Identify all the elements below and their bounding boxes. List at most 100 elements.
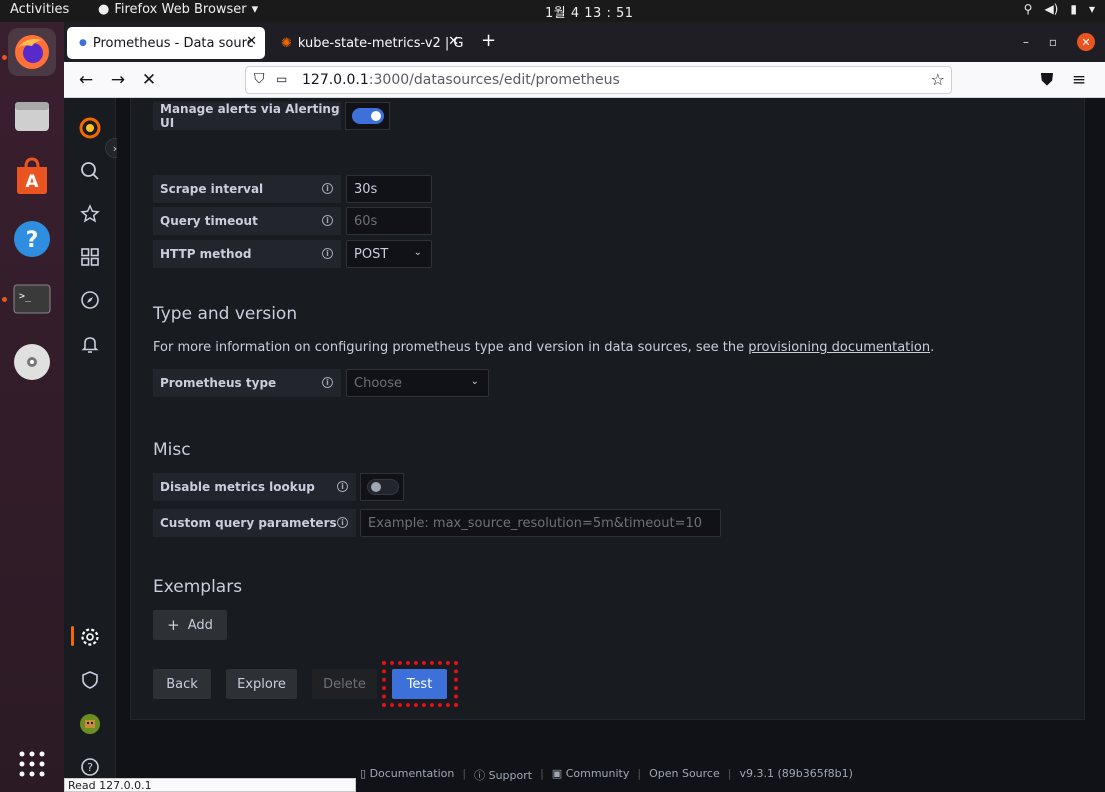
new-tab-button[interactable]: + — [481, 30, 496, 51]
page-info-icon[interactable]: ▭ — [276, 72, 287, 86]
disable-metrics-lookup-label-text: Disable metrics lookup — [160, 480, 315, 494]
volume-icon: ◀) — [1044, 2, 1059, 16]
description-suffix: . — [930, 340, 935, 355]
clock[interactable]: 1월 4 13 : 51 — [545, 2, 634, 21]
info-icon[interactable]: i — [322, 215, 333, 226]
info-icon[interactable]: i — [337, 481, 348, 492]
tab-label: Prometheus - Data sourc — [92, 35, 254, 51]
grafana-favicon-icon: ✺ — [281, 35, 292, 51]
system-menu-caret-icon: ▾ — [1088, 2, 1095, 16]
url-bar[interactable]: ⛉ ▭ 127.0.0.1:3000/datasources/edit/prom… — [245, 66, 952, 94]
footer-support-label: Support — [488, 769, 533, 782]
disable-metrics-lookup-label: Disable metrics lookup i — [153, 473, 356, 501]
software-center-dock-icon[interactable]: A — [8, 152, 56, 200]
explore-button[interactable]: Explore — [226, 669, 297, 699]
add-exemplar-button[interactable]: + Add — [153, 610, 227, 640]
server-admin-shield-icon[interactable] — [78, 668, 102, 692]
alerting-ui-label-text: Manage alerts via Alerting UI — [160, 102, 340, 130]
scrape-interval-label: Scrape interval i — [153, 175, 341, 203]
alerting-ui-toggle[interactable] — [352, 108, 384, 124]
grafana-logo-icon[interactable] — [78, 116, 102, 140]
custom-query-parameters-label: Custom query parameters i — [153, 509, 356, 537]
scrape-interval-input[interactable]: 30s — [346, 175, 432, 203]
system-tray[interactable]: ⚲ ◀) ▮ ▾ — [1024, 2, 1095, 16]
stop-loading-icon[interactable]: ✕ — [138, 69, 160, 91]
terminal-dock-icon[interactable]: >_ — [8, 275, 56, 323]
http-method-label: HTTP method i — [153, 240, 341, 268]
footer-open-source-link[interactable]: Open Source — [649, 767, 720, 783]
footer-separator: | — [462, 767, 467, 780]
http-method-select[interactable]: POST ⌄ — [346, 240, 432, 268]
activities-button[interactable]: Activities — [10, 2, 69, 17]
help-icon[interactable]: ? — [78, 755, 102, 779]
query-timeout-input[interactable]: 60s — [346, 207, 432, 235]
provisioning-documentation-link[interactable]: provisioning documentation — [748, 340, 930, 355]
info-icon[interactable]: i — [322, 183, 333, 194]
close-tab-icon[interactable]: ✕ — [448, 34, 459, 49]
firefox-dock-icon[interactable] — [8, 28, 56, 76]
back-arrow-icon[interactable]: ← — [75, 69, 97, 91]
explore-compass-icon[interactable] — [78, 288, 102, 312]
system-top-bar: Activities ● Firefox Web Browser ▾ 1월 4 … — [0, 0, 1105, 22]
search-icon[interactable] — [78, 159, 102, 183]
tab-prometheus-datasource[interactable]: ● Prometheus - Data sourc ✕ — [67, 27, 265, 59]
pocket-icon[interactable]: ⛊ — [1036, 69, 1058, 91]
app-menu[interactable]: ● Firefox Web Browser ▾ — [98, 2, 258, 17]
back-button[interactable]: Back — [153, 669, 211, 699]
alerting-bell-icon[interactable] — [78, 332, 102, 356]
description-text: For more information on configuring prom… — [153, 340, 749, 355]
window-close-icon[interactable]: ✕ — [1077, 33, 1095, 51]
network-icon: ⚲ — [1023, 2, 1033, 16]
type-version-description: For more information on configuring prom… — [153, 340, 934, 355]
plus-icon: + — [167, 616, 180, 634]
prometheus-type-select[interactable]: Choose ⌄ — [346, 369, 489, 397]
footer-support-link[interactable]: ⓘ Support — [474, 767, 532, 783]
close-tab-icon[interactable]: ✕ — [246, 34, 257, 49]
footer-documentation-label: Documentation — [369, 767, 455, 780]
toggle-knob — [371, 111, 381, 121]
http-method-value: POST — [354, 246, 389, 262]
query-timeout-label-text: Query timeout — [160, 214, 258, 228]
http-method-label-text: HTTP method — [160, 247, 252, 261]
show-apps-icon[interactable] — [8, 740, 56, 788]
starred-icon[interactable] — [78, 202, 102, 226]
disc-dock-icon[interactable] — [8, 338, 56, 386]
running-indicator — [2, 55, 7, 60]
configuration-gear-icon[interactable] — [78, 625, 102, 649]
grafana-sidebar: ? — [64, 98, 116, 792]
svg-text:?: ? — [87, 761, 93, 774]
browser-status-bar: Read 127.0.0.1 — [64, 778, 356, 792]
chevron-down-icon: ⌄ — [470, 376, 479, 387]
footer-community-link[interactable]: ▣ Community — [552, 767, 630, 783]
exemplars-heading: Exemplars — [153, 577, 243, 597]
delete-button[interactable]: Delete — [312, 669, 377, 699]
user-avatar[interactable] — [78, 712, 102, 736]
dashboards-icon[interactable] — [78, 245, 102, 269]
bookmark-star-icon[interactable]: ☆ — [931, 70, 945, 89]
footer-documentation-link[interactable]: ▯ Documentation — [360, 767, 454, 783]
tab-label: kube-state-metrics-v2 | G — [297, 35, 464, 51]
footer-separator: | — [637, 767, 642, 780]
firefox-small-icon: ● — [98, 2, 110, 17]
svg-text:>_: >_ — [19, 291, 32, 302]
metrics-lookup-toggle-wrap — [360, 473, 404, 501]
comment-icon: ▣ — [551, 767, 563, 780]
active-indicator — [71, 626, 74, 646]
maximize-icon[interactable]: ▫ — [1049, 35, 1057, 49]
hamburger-menu-icon[interactable]: ≡ — [1068, 69, 1090, 91]
disable-metrics-lookup-toggle[interactable] — [367, 479, 399, 495]
info-icon[interactable]: i — [337, 517, 348, 528]
misc-heading: Misc — [153, 440, 191, 460]
battery-icon: ▮ — [1070, 2, 1077, 16]
prometheus-type-placeholder: Choose — [354, 375, 402, 391]
browser-tab-bar: ● Prometheus - Data sourc ✕ ✺ kube-state… — [64, 22, 1105, 62]
minimize-icon[interactable]: – — [1023, 35, 1029, 49]
files-dock-icon[interactable] — [8, 92, 56, 140]
info-icon[interactable]: i — [322, 248, 333, 259]
info-icon[interactable]: i — [322, 377, 333, 388]
shield-icon[interactable]: ⛉ — [254, 71, 265, 87]
tab-kube-state-metrics[interactable]: ✺ kube-state-metrics-v2 | G ✕ — [269, 27, 467, 59]
forward-arrow-icon[interactable]: → — [107, 69, 129, 91]
help-dock-icon[interactable]: ? — [8, 215, 56, 263]
custom-query-parameters-input[interactable]: Example: max_source_resolution=5m&timeou… — [360, 509, 721, 537]
